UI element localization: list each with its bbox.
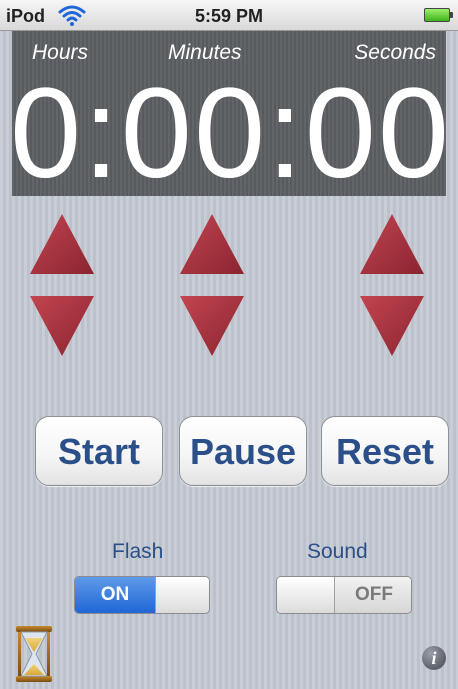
status-time: 5:59 PM [194, 6, 264, 26]
minutes-up-arrow[interactable] [178, 212, 246, 276]
hourglass-icon [14, 624, 54, 684]
timer-screen: iPod 5:59 PM Hours Minutes Seconds 0:00:… [0, 0, 458, 689]
hours-up-arrow[interactable] [28, 212, 96, 276]
seconds-down-arrow[interactable] [358, 294, 426, 358]
sound-label: Sound [307, 540, 368, 563]
flash-label: Flash [112, 540, 164, 563]
time-display: Hours Minutes Seconds 0:00:00 [12, 31, 446, 196]
flash-toggle[interactable]: ON [74, 576, 210, 614]
info-icon[interactable]: i [422, 646, 446, 670]
status-bar: iPod 5:59 PM [0, 0, 458, 31]
triangle-up-icon [360, 214, 424, 274]
minutes-down-arrow[interactable] [178, 294, 246, 358]
sound-toggle-state: OFF [335, 577, 411, 613]
triangle-up-icon [30, 214, 94, 274]
triangle-down-icon [180, 296, 244, 356]
time-readout: 0:00:00 [12, 62, 446, 197]
hours-down-arrow[interactable] [28, 294, 96, 358]
pause-button[interactable]: Pause [179, 416, 307, 486]
reset-button[interactable]: Reset [321, 416, 449, 486]
battery-icon [424, 8, 453, 22]
triangle-up-icon [180, 214, 244, 274]
flash-toggle-state: ON [75, 577, 155, 613]
triangle-down-icon [30, 296, 94, 356]
sound-toggle-thumb[interactable] [277, 577, 335, 613]
sound-toggle[interactable]: OFF [276, 576, 412, 614]
seconds-up-arrow[interactable] [358, 212, 426, 276]
start-button[interactable]: Start [35, 416, 163, 486]
triangle-down-icon [360, 296, 424, 356]
flash-toggle-thumb[interactable] [155, 577, 209, 613]
